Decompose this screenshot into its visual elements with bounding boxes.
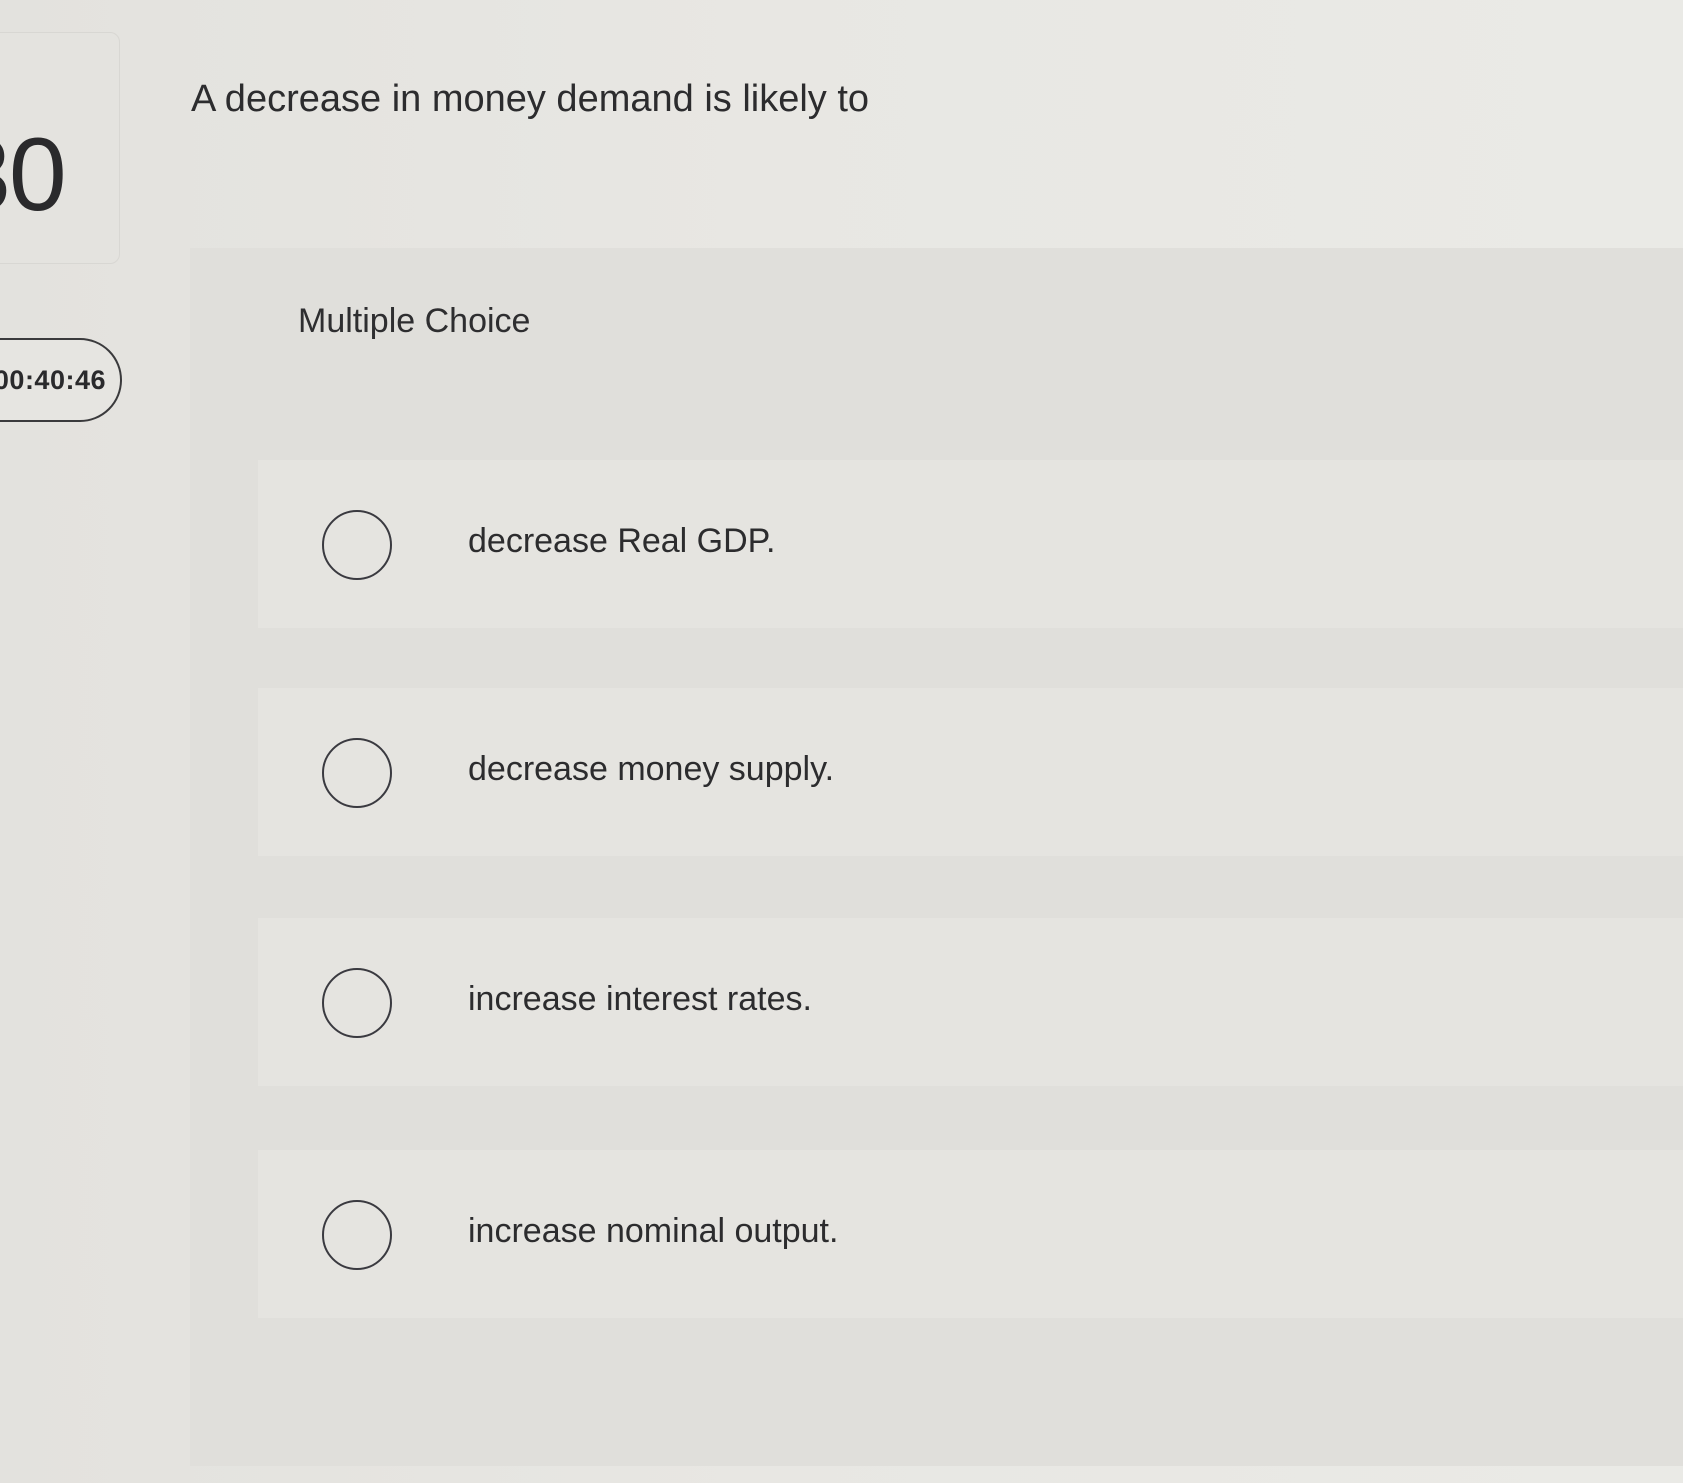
answer-panel: Multiple Choice decrease Real GDP. decre…: [190, 248, 1683, 1466]
question-number: 30: [0, 117, 67, 233]
answer-option-label: decrease Real GDP.: [468, 522, 776, 560]
quiz-page: 30 00:40:46 A decrease in money demand i…: [0, 0, 1683, 1483]
answer-option-4[interactable]: increase nominal output.: [258, 1150, 1683, 1318]
answer-option-label: increase nominal output.: [468, 1212, 839, 1250]
answer-option-label: decrease money supply.: [468, 750, 835, 788]
radio-button-unchecked-icon[interactable]: [322, 968, 392, 1038]
answer-option-3[interactable]: increase interest rates.: [258, 918, 1683, 1086]
question-number-card: 30: [0, 32, 120, 264]
radio-button-unchecked-icon[interactable]: [322, 510, 392, 580]
question-prompt: A decrease in money demand is likely to: [191, 78, 870, 120]
answer-option-1[interactable]: decrease Real GDP.: [258, 460, 1683, 628]
radio-button-unchecked-icon[interactable]: [322, 1200, 392, 1270]
timer-pill: 00:40:46: [0, 338, 122, 422]
question-type-label: Multiple Choice: [298, 302, 531, 340]
answer-option-2[interactable]: decrease money supply.: [258, 688, 1683, 856]
timer-text: 00:40:46: [0, 364, 106, 395]
radio-button-unchecked-icon[interactable]: [322, 738, 392, 808]
answer-option-label: increase interest rates.: [468, 980, 812, 1018]
